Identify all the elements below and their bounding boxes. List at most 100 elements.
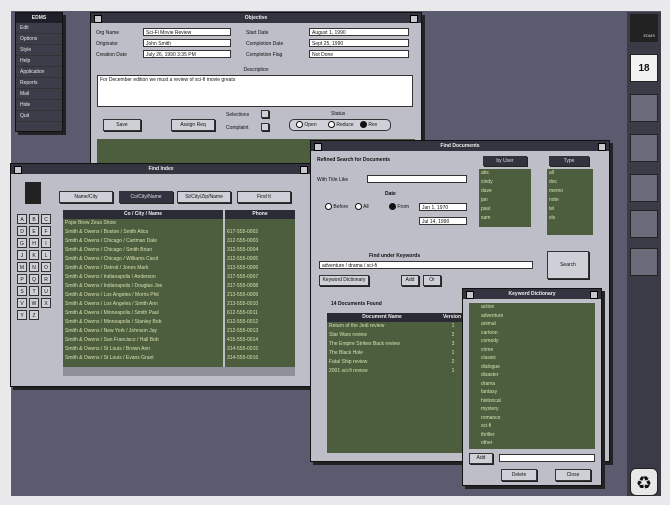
letter-key-c[interactable]: C [41, 214, 51, 224]
user-item[interactable]: jan [479, 196, 531, 205]
completion-flag-field[interactable]: Not Done [309, 50, 409, 58]
menu-item-hide[interactable]: Hide [16, 100, 62, 111]
index-row-name[interactable]: Smith & Owens / Indianapolis / Douglas J… [63, 282, 223, 291]
letter-key-u[interactable]: U [41, 286, 51, 296]
assign-req-button[interactable]: Assign Req [171, 119, 215, 131]
creation-date-field[interactable]: July 26, 1990 3:35 PM [143, 50, 231, 58]
index-row-name[interactable]: Smith & Owens / Boston / Smith Alica [63, 228, 223, 237]
kw-add-button[interactable]: Add [469, 453, 493, 464]
document-row[interactable]: Fatal Ship review 2 [327, 358, 467, 367]
add-keyword-button[interactable]: Add [401, 275, 419, 286]
completion-date-field[interactable]: Sept 25, 1990 [309, 39, 409, 47]
keyword-item[interactable]: historical [469, 397, 595, 406]
user-item[interactable]: sam [479, 214, 531, 223]
status-option[interactable]: Open [296, 121, 317, 128]
letter-key-b[interactable]: B [29, 214, 39, 224]
index-row-name[interactable]: Smith & Owens / New York / Johnson Jay [63, 327, 223, 336]
letter-key-e[interactable]: E [29, 226, 39, 236]
menu-item-help[interactable]: Help [16, 56, 62, 67]
keyword-item[interactable]: thriller [469, 431, 595, 440]
close-box-icon[interactable] [94, 15, 102, 23]
zoom-box-icon[interactable] [300, 166, 308, 174]
keyword-item[interactable]: action [469, 303, 595, 312]
save-button[interactable]: Save [103, 119, 141, 131]
zoom-box-icon[interactable] [590, 291, 598, 299]
letter-key-a[interactable]: A [17, 214, 27, 224]
index-row-name[interactable]: Smith & Owens / Minneapolis / Smith Paul [63, 309, 223, 318]
tab-2[interactable]: St/City/Zip/Name [177, 191, 231, 203]
keyword-item[interactable]: disaster [469, 371, 595, 380]
user-item[interactable]: cindy [479, 178, 531, 187]
index-row-name[interactable]: Smith & Owens / Los Angeles / Smith Ann [63, 300, 223, 309]
keyword-item[interactable]: sci-fi [469, 422, 595, 431]
index-row-name[interactable]: Smith & Owens / St Louis / Evans Grant [63, 354, 223, 363]
letter-key-w[interactable]: W [29, 298, 39, 308]
find-it-button[interactable]: Find It [237, 191, 291, 203]
letter-key-f[interactable]: F [41, 226, 51, 236]
keyword-item[interactable]: dialogue [469, 363, 595, 372]
keyword-item[interactable]: cartoon [469, 329, 595, 338]
type-item[interactable]: all [547, 169, 593, 178]
index-row-name[interactable]: Smith & Owens / Detroit / Jones Mark [63, 264, 223, 273]
letter-key-v[interactable]: V [17, 298, 27, 308]
letter-key-y[interactable]: Y [17, 310, 27, 320]
status-option[interactable]: Reduce [328, 121, 354, 128]
keywords-field[interactable]: adventure / drama / sci-fi [319, 261, 533, 269]
zoom-box-icon[interactable] [598, 143, 606, 151]
letter-key-d[interactable]: D [17, 226, 27, 236]
date-option[interactable]: Before [325, 203, 348, 210]
keyword-dictionary-button[interactable]: Keyword Dictionary [319, 275, 369, 286]
keyword-item[interactable]: classic [469, 354, 595, 363]
type-item[interactable]: note [547, 196, 593, 205]
types-list[interactable]: all doc memo note tel xls [547, 169, 593, 235]
document-row[interactable]: Return of the Jedi review 1 [327, 322, 467, 331]
type-item[interactable]: xls [547, 214, 593, 223]
menu-item-mail[interactable]: Mail [16, 89, 62, 100]
letter-key-r[interactable]: R [41, 274, 51, 284]
calendar-icon[interactable]: 18 [630, 54, 658, 82]
phone-icon[interactable] [630, 248, 658, 276]
type-item[interactable]: memo [547, 187, 593, 196]
recycle-icon[interactable]: ♻ [630, 468, 658, 496]
zoom-box-icon[interactable] [410, 15, 418, 23]
menu-item-application[interactable]: Application [16, 67, 62, 78]
search-button[interactable]: Search [547, 251, 589, 279]
mail-icon[interactable] [630, 94, 658, 122]
or-button[interactable]: Or [423, 275, 441, 286]
letter-key-t[interactable]: T [29, 286, 39, 296]
close-box-icon[interactable] [314, 143, 322, 151]
keyword-item[interactable]: animal [469, 320, 595, 329]
org-name-field[interactable]: Sci-Fi Movie Review [143, 28, 231, 36]
menu-item-edit[interactable]: Edit [16, 23, 62, 34]
kw-new-field[interactable] [499, 454, 595, 462]
letter-key-o[interactable]: O [41, 262, 51, 272]
index-row-name[interactable]: Smith & Owens / Chicago / Williams Carol [63, 255, 223, 264]
keyword-item[interactable]: mystery [469, 405, 595, 414]
letter-key-n[interactable]: N [29, 262, 39, 272]
user-item[interactable]: abc [479, 169, 531, 178]
keyword-item[interactable]: fantasy [469, 388, 595, 397]
index-row-name[interactable]: Smith & Owens / Chicago / Smith Brian [63, 246, 223, 255]
letter-key-k[interactable]: K [29, 250, 39, 260]
delete-button[interactable]: Delete [501, 469, 537, 481]
gear-icon[interactable] [630, 134, 658, 162]
selections-arrow-icon[interactable] [261, 110, 269, 118]
tab-0[interactable]: Name/City [59, 191, 113, 203]
date-to-field[interactable]: Jul 14, 1990 [419, 217, 467, 225]
keyword-item[interactable]: other [469, 439, 595, 448]
menu-item-style[interactable]: Style [16, 45, 62, 56]
letter-key-j[interactable]: J [17, 250, 27, 260]
letter-key-h[interactable]: H [29, 238, 39, 248]
keyword-item[interactable]: comedy [469, 337, 595, 346]
document-row[interactable]: 2001 sci-fi review 1 [327, 367, 467, 376]
keyword-list[interactable]: action adventure animal cartoon comedy crime c… [469, 303, 595, 449]
users-list[interactable]: abc cindy dave jan paul sam [479, 169, 531, 227]
date-from-field[interactable]: Jan 1, 1970 [419, 203, 467, 211]
close-box-icon[interactable] [466, 291, 474, 299]
document-row[interactable]: Star Wars review 2 [327, 331, 467, 340]
description-field[interactable]: For December edition we must a review of… [97, 75, 413, 107]
letter-key-m[interactable]: M [17, 262, 27, 272]
index-row-name[interactable]: Smith & Owens / Los Angeles / Morris Phi… [63, 291, 223, 300]
keyword-item[interactable]: adventure [469, 312, 595, 321]
letter-key-s[interactable]: S [17, 286, 27, 296]
